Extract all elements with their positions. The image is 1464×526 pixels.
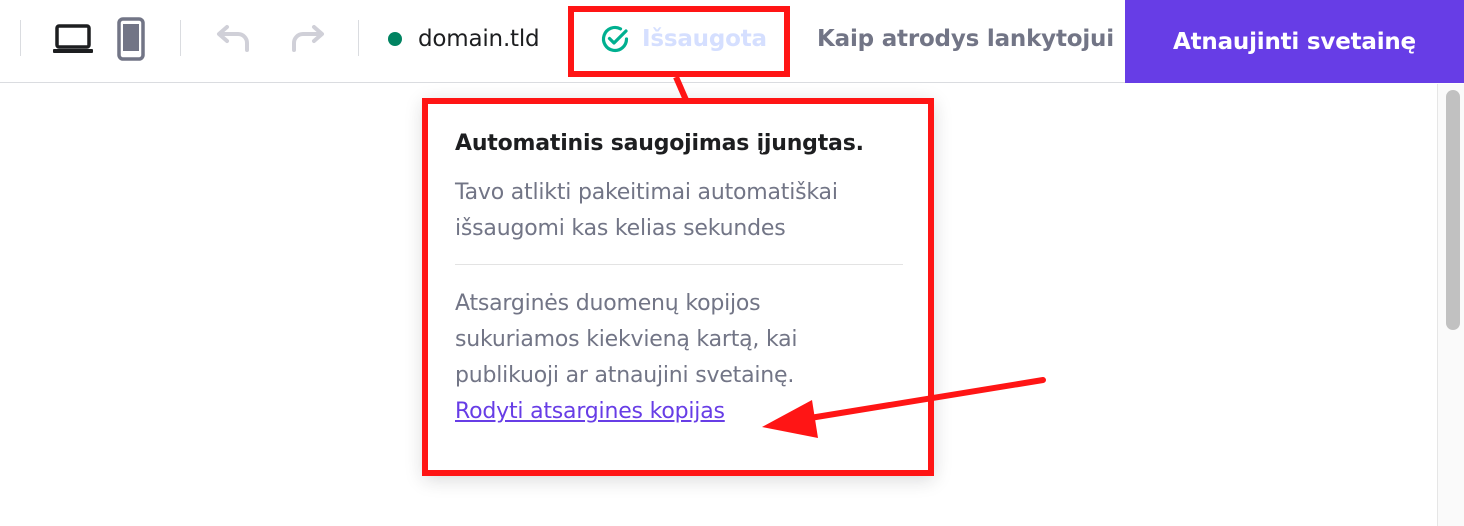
domain-display[interactable]: domain.tld [388,22,540,56]
toolbar-divider [358,20,359,56]
check-circle-icon [600,24,630,54]
preview-button[interactable]: Kaip atrodys lankytojui [817,22,1114,56]
toolbar-divider [180,20,181,56]
popover-title: Automatinis saugojimas įjungtas. [455,131,864,156]
saved-status[interactable]: Išsaugota [600,22,767,56]
scrollbar[interactable] [1437,84,1464,526]
update-website-button[interactable]: Atnaujinti svetainę [1125,0,1464,83]
toolbar-divider [20,20,21,56]
autosave-popover: Automatinis saugojimas įjungtas. Tavo at… [424,99,933,475]
laptop-icon[interactable] [50,20,96,58]
show-backups-link[interactable]: Rodyti atsargines kopijas [455,394,725,430]
undo-icon[interactable] [212,22,254,56]
saved-label: Išsaugota [642,26,767,52]
domain-label: domain.tld [418,26,540,52]
status-dot [388,32,402,46]
top-toolbar: domain.tld Išsaugota Kaip atrodys lankyt… [0,0,1464,83]
popover-backup-text: Atsarginės duomenų kopijos sukuriamos ki… [455,291,798,388]
popover-autosave-text: Tavo atlikti pakeitimai automatiškai išs… [455,180,838,241]
redo-icon[interactable] [287,22,329,56]
phone-icon[interactable] [114,17,148,61]
popover-divider [455,264,903,265]
scrollbar-thumb[interactable] [1446,90,1460,330]
